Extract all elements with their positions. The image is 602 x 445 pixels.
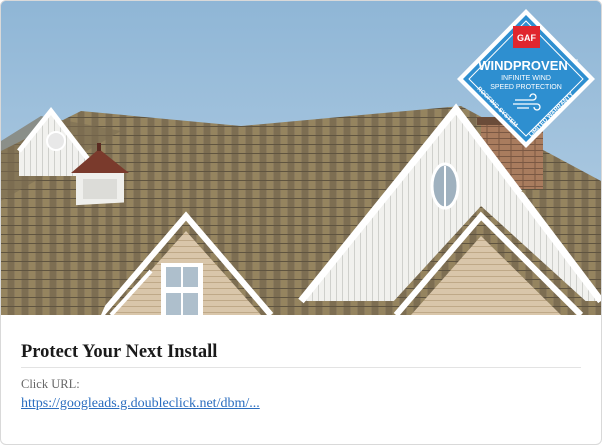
- click-url-label: Click URL:: [21, 377, 80, 391]
- ad-preview-card: GAF WINDPROVEN ™ INFINITE WIND SPEED PRO…: [0, 0, 602, 445]
- badge-subline-2: SPEED PROTECTION: [490, 84, 562, 91]
- badge-brand: GAF: [517, 33, 537, 43]
- ad-title: Protect Your Next Install: [21, 342, 581, 368]
- click-url-link[interactable]: https://googleads.g.doubleclick.net/dbm/…: [21, 396, 260, 412]
- roof-photo: GAF WINDPROVEN ™ INFINITE WIND SPEED PRO…: [1, 1, 601, 315]
- badge-headline: WINDPROVEN: [478, 58, 568, 73]
- ad-details: Protect Your Next Install Click URL: htt…: [21, 315, 581, 412]
- ad-hero-image: GAF WINDPROVEN ™ INFINITE WIND SPEED PRO…: [1, 1, 601, 315]
- badge-trademark: ™: [572, 58, 578, 65]
- badge-subline-1: INFINITE WIND: [501, 75, 551, 82]
